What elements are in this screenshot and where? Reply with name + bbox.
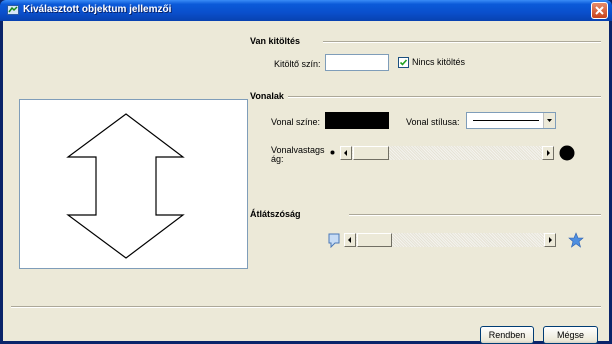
line-style-label: Vonal stílusa: bbox=[406, 117, 460, 127]
fill-color-label: Kitöltő szín: bbox=[274, 59, 321, 69]
solid-line-preview bbox=[473, 120, 539, 121]
close-button[interactable] bbox=[591, 2, 608, 19]
thick-line-dot-icon bbox=[559, 145, 575, 161]
chevron-down-icon bbox=[547, 119, 552, 122]
fill-color-field[interactable] bbox=[325, 54, 389, 71]
line-color-swatch[interactable] bbox=[325, 112, 389, 129]
arrow-left-icon bbox=[344, 150, 347, 156]
transparency-low-icon bbox=[328, 233, 340, 248]
arrow-right-icon bbox=[549, 237, 552, 243]
dialog-icon bbox=[7, 5, 19, 15]
shape-preview bbox=[19, 99, 248, 269]
thin-line-dot-icon bbox=[330, 150, 335, 155]
transparency-section-title: Átlátszóság bbox=[250, 209, 301, 219]
line-width-slider[interactable] bbox=[340, 146, 554, 160]
title-bar[interactable]: Kiválasztott objektum jellemzői bbox=[0, 0, 612, 21]
arrow-left-icon bbox=[348, 237, 351, 243]
line-color-label: Vonal színe: bbox=[271, 117, 321, 127]
arrow-right-icon bbox=[547, 150, 550, 156]
star-icon bbox=[568, 232, 584, 248]
transparency-slider-thumb[interactable] bbox=[357, 233, 392, 247]
line-style-dropdown[interactable] bbox=[466, 112, 556, 129]
window-title: Kiválasztott objektum jellemzői bbox=[23, 4, 172, 15]
line-width-scroll-left-button[interactable] bbox=[340, 146, 352, 160]
double-arrow-shape bbox=[66, 113, 185, 259]
ok-button[interactable]: Rendben bbox=[480, 326, 534, 344]
lines-separator bbox=[288, 96, 601, 98]
transparency-slider[interactable] bbox=[344, 233, 556, 247]
no-fill-label: Nincs kitöltés bbox=[412, 57, 466, 67]
line-width-label: Vonalvastags ág: bbox=[271, 146, 325, 164]
dialog-body: Van kitöltés Kitöltő szín: Nincs kitölté… bbox=[3, 21, 609, 344]
checkmark-icon bbox=[399, 59, 408, 66]
lines-section-title: Vonalak bbox=[250, 91, 284, 101]
dialog-window: Kiválasztott objektum jellemzői Van kitö… bbox=[0, 0, 612, 344]
no-fill-checkbox[interactable] bbox=[398, 57, 409, 68]
bottom-separator bbox=[11, 306, 601, 308]
line-width-slider-thumb[interactable] bbox=[353, 146, 389, 160]
transparency-scroll-right-button[interactable] bbox=[544, 233, 556, 247]
transparency-separator bbox=[349, 214, 601, 216]
close-icon bbox=[595, 6, 604, 15]
line-width-scroll-right-button[interactable] bbox=[542, 146, 554, 160]
fill-section-title: Van kitöltés bbox=[250, 36, 301, 46]
cancel-button[interactable]: Mégse bbox=[543, 326, 598, 344]
transparency-scroll-left-button[interactable] bbox=[344, 233, 356, 247]
line-width-label-line2: ág: bbox=[271, 154, 284, 164]
fill-separator bbox=[323, 41, 601, 43]
line-style-dropdown-button[interactable] bbox=[543, 113, 555, 128]
